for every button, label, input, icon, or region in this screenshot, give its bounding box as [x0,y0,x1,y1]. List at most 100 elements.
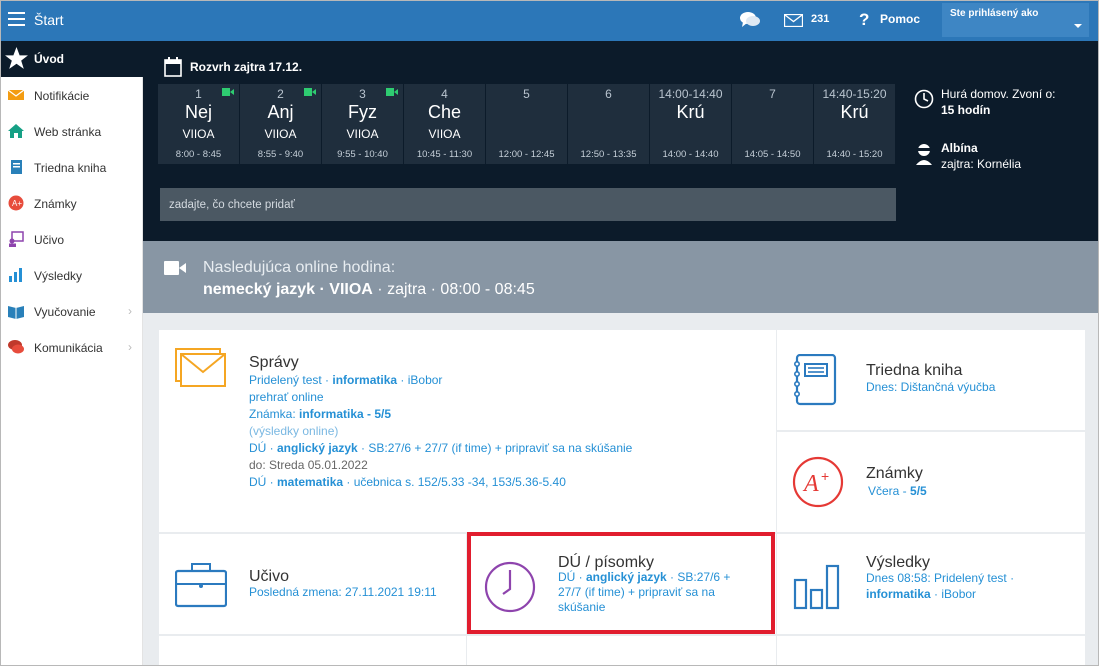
card-subtitle: Včera - 5/5 [868,483,927,500]
lesson-cell[interactable]: 14:00-14:40 Krú 14:00 - 14:40 [650,84,731,164]
play-online-link[interactable]: prehrať online [249,389,769,406]
sidebar-item-label: Známky [34,197,77,211]
app-title[interactable]: Štart [34,12,64,28]
help-link[interactable]: Pomoc [880,12,920,26]
lesson-cell[interactable]: 14:40-15:20 Krú 14:40 - 15:20 [814,84,895,164]
sidebar-item-komunikacia[interactable]: Komunikácia › [1,329,143,365]
svg-text:+: + [821,468,829,484]
briefcase-icon [175,563,227,608]
message-type: Pridelený test · [249,373,333,387]
message-subject: informatika [332,373,398,387]
end-of-day-time: 15 hodín [941,103,991,117]
menu-icon[interactable] [8,12,25,26]
lesson-time: 14:05 - 14:50 [744,149,801,160]
lesson-class: VIIOA [428,127,461,141]
sidebar-item-label: Notifikácie [34,89,90,103]
class-book-card[interactable]: Triedna kniha Dnes: Dištančná výučba [777,330,1085,430]
sidebar-item-vyucovanie[interactable]: Vyučovanie › [1,293,143,329]
sidebar-item-web-stranka[interactable]: Web stránka [1,113,143,149]
sidebar-item-label: Komunikácia [34,341,103,355]
sidebar-item-uvod[interactable]: Úvod [1,41,143,77]
lesson-number: 14:00-14:40 [658,87,723,101]
sidebar-item-ucivo[interactable]: Učivo [1,221,143,257]
sidebar-item-label: Učivo [34,233,65,247]
chat-icon[interactable] [740,11,760,28]
calendar-icon [164,57,182,77]
lesson-number: 14:40-15:20 [822,87,887,101]
sidebar-item-label: Vyučovanie [34,305,96,319]
bar-chart-icon [793,564,840,610]
card-title: Známky [866,465,923,482]
help-icon[interactable]: ? [859,10,869,30]
lesson-cell[interactable]: 1 Nej VIIOA 8:00 - 8:45 [158,84,239,164]
envelope-stack-icon [175,348,226,387]
card-subtitle: Dnes 08:58: Pridelený test · informatika… [866,570,1014,602]
results-online-link[interactable]: (výsledky online) [249,423,769,440]
card-subtitle: Dnes: Dištančná výučba [866,380,996,394]
sidebar-item-label: Výsledky [34,269,83,283]
message-item[interactable]: DÚ · matematika · učebnica s. 152/5.33 -… [249,474,769,491]
sidebar-item-vysledky[interactable]: Výsledky [1,257,143,293]
video-camera-icon [222,88,234,96]
clock-icon [484,561,536,613]
message-detail: · SB:27/6 + 27/7 (if time) + pripraviť s… [357,441,633,455]
message-item[interactable]: Pridelený test · informatika · iBobor [249,372,769,389]
lesson-subject: Nej [184,102,212,122]
message-item[interactable]: Známka: informatika - 5/5 [249,406,769,423]
add-entry-input[interactable] [160,188,896,221]
curriculum-card[interactable]: Učivo Posledná zmena: 27.11.2021 19:11 [159,534,466,634]
lesson-cell[interactable]: 6 12:50 - 13:35 [568,84,649,164]
lesson-cell[interactable]: 4 Che VIIOA 10:45 - 11:30 [404,84,485,164]
sidebar-item-triedna-kniha[interactable]: Triedna kniha [1,149,143,185]
message-item[interactable]: DÚ · anglický jazyk · SB:27/6 + 27/7 (if… [249,440,769,457]
sidebar-item-znamky[interactable]: A+ Známky [1,185,143,221]
sidebar-item-label: Triedna kniha [34,161,107,175]
lesson-cell[interactable]: 7 14:05 - 14:50 [732,84,813,164]
lesson-subject: Krú [676,102,705,122]
chevron-right-icon: › [128,340,132,354]
lesson-number: 5 [523,87,530,101]
user-dropdown[interactable]: Ste prihlásený ako [942,3,1089,37]
lesson-time: 8:00 - 8:45 [175,149,222,160]
sidebar-item-label: Úvod [34,52,64,66]
message-subject: informatika - 5/5 [299,407,392,421]
lesson-time: 14:40 - 15:20 [826,149,883,160]
banner-lesson: nemecký jazyk · VIIOA · zajtra · 08:00 -… [203,281,535,299]
lesson-time: 14:00 - 14:40 [662,149,719,160]
card-subtitle: DÚ · anglický jazyk · SB:27/6 + 27/7 (if… [558,570,763,615]
lesson-subject: Krú [840,102,869,122]
result-subject: informatika [866,587,931,601]
star-icon [5,47,28,69]
mail-count-badge[interactable]: 231 [811,13,829,25]
teacher-icon [9,231,24,247]
grades-card[interactable]: A + Známky Včera - 5/5 [777,432,1085,532]
clock-icon [914,89,934,109]
person-icon [916,144,932,165]
message-type: DÚ · [249,441,277,455]
homework-card[interactable]: DÚ / písomky DÚ · anglický jazyk · SB:27… [467,534,776,634]
next-online-lesson-banner[interactable]: Nasledujúca online hodina: nemecký jazyk… [143,241,1098,313]
mail-icon[interactable] [784,14,803,27]
lesson-time: 12:00 - 12:45 [498,149,555,160]
message-due-date: do: Streda 05.01.2022 [249,458,368,472]
grade-when: Včera - [868,484,911,498]
card-subtitle: Posledná zmena: 27.11.2021 19:11 [249,585,437,599]
lesson-cell[interactable]: 2 Anj VIIOA 8:55 - 9:40 [240,84,321,164]
homework-subject: anglický jazyk [586,570,667,584]
messages-card[interactable]: Správy Pridelený test · informatika · iB… [159,330,776,532]
notebook-icon [793,354,837,406]
lesson-cell[interactable]: 5 12:00 - 12:45 [486,84,567,164]
message-type: DÚ · [249,475,277,489]
sidebar-item-label: Web stránka [34,125,102,139]
lesson-cell[interactable]: 3 Fyz VIIOA 9:55 - 10:40 [322,84,403,164]
card-title: Triedna kniha [866,362,963,379]
video-camera-icon [304,88,316,96]
schedule-title[interactable]: Rozvrh zajtra 17.12. [190,60,302,74]
lesson-subject: Fyz [348,102,377,122]
sidebar-item-notifikacie[interactable]: Notifikácie [1,77,143,113]
nameday-info: Albína zajtra: Kornélia [941,140,1021,172]
lesson-time: 12:50 - 13:35 [580,149,637,160]
result-detail: · iBobor [930,587,977,601]
lesson-subject: Che [427,102,462,122]
results-card[interactable]: Výsledky Dnes 08:58: Pridelený test · in… [777,534,1085,634]
